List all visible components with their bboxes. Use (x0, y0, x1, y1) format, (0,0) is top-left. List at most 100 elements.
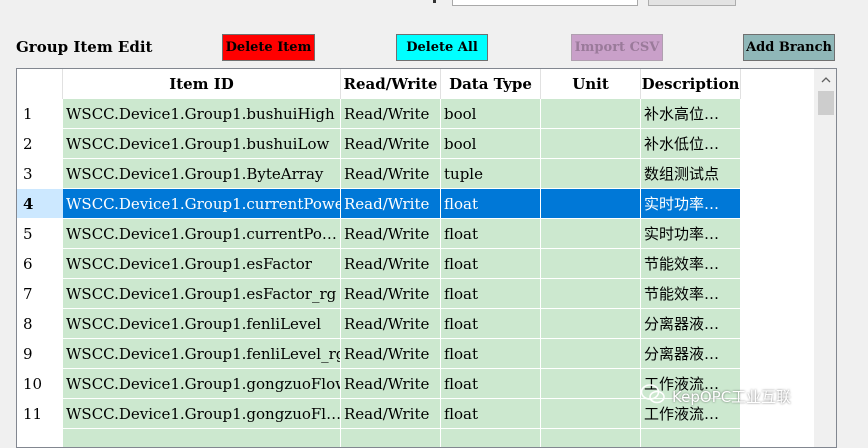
table-row[interactable]: 3 WSCC.Device1.Group1.ByteArray Read/Write… (17, 159, 814, 189)
header-read-write[interactable]: Read/Write (341, 69, 441, 99)
cell-read-write[interactable]: Read/Write (341, 189, 441, 219)
row-number[interactable] (17, 429, 63, 447)
cell-read-write[interactable]: Read/Write (341, 279, 441, 309)
cell-read-write[interactable] (341, 429, 441, 447)
cell-description[interactable]: 分离器液… (641, 309, 741, 339)
cell-description[interactable]: 分离器液… (641, 339, 741, 369)
cell-data-type[interactable]: float (441, 399, 541, 429)
cell-description[interactable] (641, 429, 741, 447)
cell-description[interactable]: 补水低位… (641, 129, 741, 159)
row-number[interactable]: 8 (17, 309, 63, 339)
table-row[interactable]: 2 WSCC.Device1.Group1.bushuiLow Read/Write… (17, 129, 814, 159)
cell-data-type[interactable]: float (441, 279, 541, 309)
cell-unit[interactable] (541, 369, 641, 399)
vertical-scrollbar[interactable] (814, 69, 836, 447)
header-unit[interactable]: Unit (541, 69, 641, 99)
row-number[interactable]: 1 (17, 99, 63, 129)
row-number[interactable]: 4 (17, 189, 63, 219)
top-toolbar-partial (0, 0, 868, 10)
cell-description[interactable]: 补水高位… (641, 99, 741, 129)
cell-data-type[interactable] (441, 429, 541, 447)
cell-data-type[interactable]: bool (441, 99, 541, 129)
cell-read-write[interactable]: Read/Write (341, 159, 441, 189)
table-row[interactable]: 5 WSCC.Device1.Group1.currentPo… Read/Writ… (17, 219, 814, 249)
table-row[interactable]: 1 WSCC.Device1.Group1.bushuiHigh Read/Writ… (17, 99, 814, 129)
cell-item-id[interactable]: WSCC.Device1.Group1.gongzuoFlow (63, 369, 341, 399)
top-input-field[interactable] (452, 0, 638, 6)
cell-item-id[interactable]: WSCC.Device1.Group1.ByteArray (63, 159, 341, 189)
cell-item-id[interactable]: WSCC.Device1.Group1.bushuiHigh (63, 99, 341, 129)
table-row[interactable]: 4 WSCC.Device1.Group1.currentPower Read/Wr… (17, 189, 814, 219)
cell-read-write[interactable]: Read/Write (341, 309, 441, 339)
cell-data-type[interactable]: float (441, 189, 541, 219)
add-branch-button[interactable]: Add Branch (743, 34, 835, 61)
cell-unit[interactable] (541, 219, 641, 249)
top-button[interactable] (648, 0, 736, 6)
cell-description[interactable]: 实时功率… (641, 219, 741, 249)
cell-data-type[interactable]: float (441, 339, 541, 369)
cell-read-write[interactable]: Read/Write (341, 99, 441, 129)
cell-item-id[interactable]: WSCC.Device1.Group1.gongzuoFl… (63, 399, 341, 429)
cell-description[interactable]: 节能效率… (641, 249, 741, 279)
cell-unit[interactable] (541, 309, 641, 339)
header-data-type[interactable]: Data Type (441, 69, 541, 99)
watermark-text: KepOPC工业互联 (672, 387, 792, 406)
delete-all-button[interactable]: Delete All (396, 34, 488, 61)
cell-read-write[interactable]: Read/Write (341, 249, 441, 279)
cell-unit[interactable] (541, 399, 641, 429)
cell-item-id[interactable]: WSCC.Device1.Group1.fenliLevel (63, 309, 341, 339)
cell-data-type[interactable]: float (441, 249, 541, 279)
table-row[interactable] (17, 429, 814, 447)
header-row-number[interactable] (17, 69, 63, 99)
cell-unit[interactable] (541, 249, 641, 279)
row-number[interactable]: 5 (17, 219, 63, 249)
cell-read-write[interactable]: Read/Write (341, 339, 441, 369)
grid-header: Item ID Read/Write Data Type Unit Descri… (17, 69, 814, 99)
header-description[interactable]: Description (641, 69, 741, 99)
row-number[interactable]: 2 (17, 129, 63, 159)
cell-description[interactable]: 实时功率… (641, 189, 741, 219)
cell-read-write[interactable]: Read/Write (341, 399, 441, 429)
cell-read-write[interactable]: Read/Write (341, 219, 441, 249)
table-row[interactable]: 6 WSCC.Device1.Group1.esFactor Read/Write f… (17, 249, 814, 279)
table-row[interactable]: 7 WSCC.Device1.Group1.esFactor_rg Read/Wri… (17, 279, 814, 309)
row-number[interactable]: 9 (17, 339, 63, 369)
watermark: KepOPC工业互联 (640, 384, 791, 408)
cell-data-type[interactable]: float (441, 219, 541, 249)
cell-unit[interactable] (541, 159, 641, 189)
table-row[interactable]: 9 WSCC.Device1.Group1.fenliLevel_rg Read/W… (17, 339, 814, 369)
header-item-id[interactable]: Item ID (63, 69, 341, 99)
table-row[interactable]: 8 WSCC.Device1.Group1.fenliLevel Read/Writ… (17, 309, 814, 339)
row-number[interactable]: 11 (17, 399, 63, 429)
cell-item-id[interactable] (63, 429, 341, 447)
cell-data-type[interactable]: bool (441, 129, 541, 159)
cell-data-type[interactable]: float (441, 369, 541, 399)
cell-unit[interactable] (541, 429, 641, 447)
cell-unit[interactable] (541, 99, 641, 129)
cell-description[interactable]: 数组测试点 (641, 159, 741, 189)
cell-description[interactable]: 节能效率… (641, 279, 741, 309)
row-number[interactable]: 10 (17, 369, 63, 399)
cell-data-type[interactable]: tuple (441, 159, 541, 189)
cell-unit[interactable] (541, 279, 641, 309)
cell-unit[interactable] (541, 189, 641, 219)
row-number[interactable]: 7 (17, 279, 63, 309)
cell-unit[interactable] (541, 129, 641, 159)
delete-item-button[interactable]: Delete Item (222, 34, 315, 61)
cell-data-type[interactable]: float (441, 309, 541, 339)
cell-item-id[interactable]: WSCC.Device1.Group1.esFactor_rg (63, 279, 341, 309)
cell-item-id[interactable]: WSCC.Device1.Group1.bushuiLow (63, 129, 341, 159)
import-csv-button[interactable]: Import CSV (571, 34, 663, 61)
wechat-icon (640, 383, 666, 409)
cell-item-id[interactable]: WSCC.Device1.Group1.currentPo… (63, 219, 341, 249)
cell-item-id[interactable]: WSCC.Device1.Group1.currentPower (63, 189, 341, 219)
scrollbar-thumb[interactable] (818, 91, 834, 115)
cell-read-write[interactable]: Read/Write (341, 129, 441, 159)
cell-item-id[interactable]: WSCC.Device1.Group1.esFactor (63, 249, 341, 279)
row-number[interactable]: 6 (17, 249, 63, 279)
cell-read-write[interactable]: Read/Write (341, 369, 441, 399)
scroll-up-arrow-icon[interactable] (815, 69, 836, 91)
cell-item-id[interactable]: WSCC.Device1.Group1.fenliLevel_rg (63, 339, 341, 369)
cell-unit[interactable] (541, 339, 641, 369)
row-number[interactable]: 3 (17, 159, 63, 189)
